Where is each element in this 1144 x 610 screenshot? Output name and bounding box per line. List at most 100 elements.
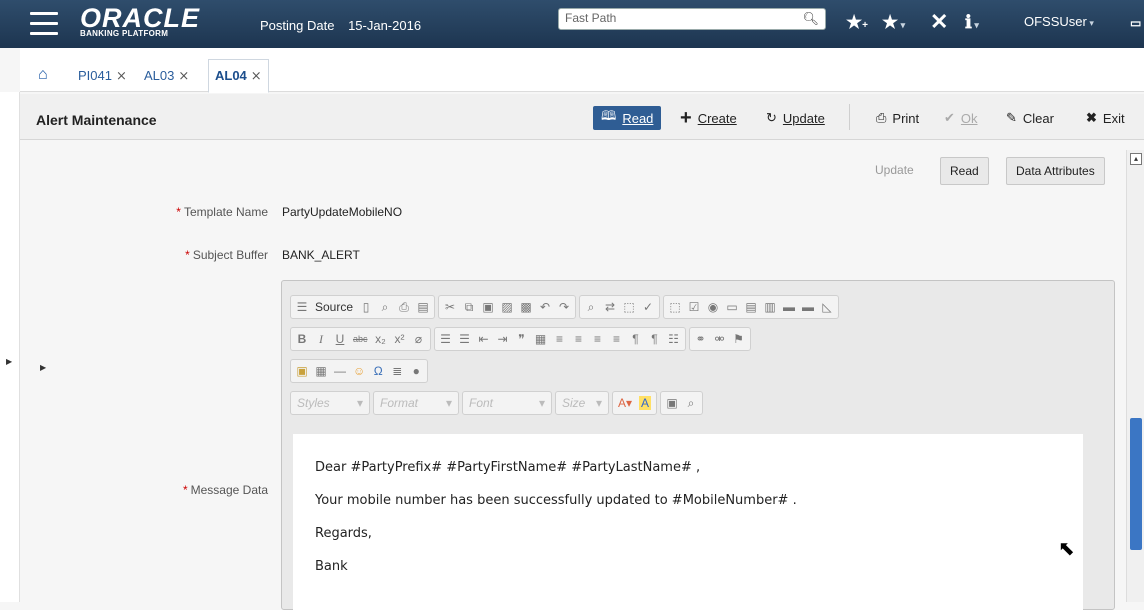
bulleted-list-icon[interactable]: ☰: [459, 332, 471, 346]
hidden-field-icon[interactable]: ◺: [821, 300, 833, 314]
cut-icon[interactable]: ✂: [444, 300, 456, 314]
tab-bar: ⌂ PI041 ⨯ AL03 ⨯ AL04 ⨯: [20, 48, 1144, 93]
language-icon[interactable]: ☷: [668, 332, 680, 346]
user-menu[interactable]: OFSSUser ▾: [1024, 14, 1094, 29]
page-break-icon[interactable]: ≣: [391, 364, 403, 378]
text-color-icon[interactable]: A▾: [618, 396, 632, 410]
strike-icon[interactable]: abc: [353, 334, 368, 344]
vertical-scrollbar[interactable]: ▴: [1126, 150, 1144, 602]
window-icon[interactable]: ▭: [1130, 16, 1141, 30]
tab-pi041[interactable]: PI041 ⨯: [78, 68, 127, 84]
smiley-icon[interactable]: ☺: [353, 364, 365, 378]
fast-path-input[interactable]: Fast Path 🔍︎: [558, 8, 826, 30]
read-button[interactable]: 🕮︎ Read: [593, 106, 662, 130]
align-right-icon[interactable]: ≡: [592, 332, 604, 346]
add-favorite-icon[interactable]: ★+: [846, 12, 868, 33]
replace-icon[interactable]: ⇄: [604, 300, 616, 314]
message-line: Your mobile number has been successfully…: [315, 493, 797, 508]
underline-icon[interactable]: U: [334, 332, 346, 346]
align-center-icon[interactable]: ≡: [573, 332, 585, 346]
exit-button[interactable]: ✖ Exit: [1086, 106, 1125, 130]
menu-icon[interactable]: [30, 12, 58, 36]
check-icon: ✔: [944, 110, 955, 125]
search-icon[interactable]: 🔍︎: [802, 11, 819, 27]
plus-icon: +: [680, 106, 692, 129]
copy-icon[interactable]: ⧉: [463, 300, 475, 315]
textfield-icon[interactable]: ▭: [726, 300, 738, 314]
new-page-icon[interactable]: ▯: [360, 300, 372, 314]
maximize-icon[interactable]: ▣: [666, 396, 678, 410]
button-icon[interactable]: ▬: [783, 300, 795, 314]
expand-panel-icon[interactable]: ▶: [40, 363, 46, 372]
print-icon[interactable]: ⎙: [398, 300, 410, 315]
format-select[interactable]: Format ▾: [373, 391, 459, 415]
link-icon[interactable]: ⚭: [695, 332, 707, 346]
form-icon[interactable]: ⬚: [669, 300, 681, 314]
remove-format-icon[interactable]: ⌀: [413, 332, 425, 346]
numbered-list-icon[interactable]: ☰: [440, 332, 452, 346]
select-icon[interactable]: ▥: [764, 300, 776, 314]
read-sub-button[interactable]: Read: [940, 157, 989, 185]
close-icon[interactable]: ⨯: [178, 68, 189, 83]
horizontal-rule-icon[interactable]: —: [334, 364, 346, 378]
create-button[interactable]: + Create: [680, 106, 737, 130]
redo-icon[interactable]: ↷: [558, 300, 570, 314]
iframe-icon[interactable]: ●: [410, 364, 422, 378]
scroll-up-icon[interactable]: ▴: [1130, 153, 1142, 165]
close-all-icon[interactable]: ✕: [930, 9, 948, 35]
message-line: Bank: [315, 559, 348, 574]
spellcheck-icon[interactable]: ✓: [642, 300, 654, 314]
radio-icon[interactable]: ◉: [707, 300, 719, 314]
justify-icon[interactable]: ≡: [611, 332, 623, 346]
find-icon[interactable]: ⌕: [585, 300, 597, 315]
undo-icon[interactable]: ↶: [539, 300, 551, 314]
styles-select[interactable]: Styles ▾: [290, 391, 370, 415]
image-button-icon[interactable]: ▬: [802, 300, 814, 314]
close-icon[interactable]: ⨯: [251, 68, 262, 83]
select-all-icon[interactable]: ⬚: [623, 300, 635, 314]
outdent-icon[interactable]: ⇤: [478, 332, 490, 346]
image-icon[interactable]: ▣: [296, 364, 308, 378]
source-button[interactable]: ☰ Source ▯ ⌕ ⎙ ▤: [290, 295, 436, 319]
scroll-thumb[interactable]: [1130, 418, 1142, 550]
tab-al04[interactable]: AL04 ⨯: [208, 59, 269, 93]
bold-icon[interactable]: B: [296, 332, 308, 346]
info-icon[interactable]: ℹ ▾: [965, 12, 979, 33]
anchor-icon[interactable]: ⚑: [733, 332, 745, 346]
indent-icon[interactable]: ⇥: [497, 332, 509, 346]
paste-text-icon[interactable]: ▨: [501, 300, 513, 314]
favorites-icon[interactable]: ★ ▾: [882, 12, 905, 33]
div-icon[interactable]: ▦: [535, 332, 547, 346]
paste-word-icon[interactable]: ▩: [520, 300, 532, 314]
subscript-icon[interactable]: x₂: [375, 332, 387, 346]
unlink-icon[interactable]: ⚮: [714, 332, 726, 346]
preview-icon[interactable]: ⌕: [379, 300, 391, 315]
home-icon[interactable]: ⌂: [38, 66, 48, 84]
ltr-icon[interactable]: ¶: [630, 332, 642, 346]
clear-button[interactable]: ✎ Clear: [1006, 106, 1054, 130]
expand-arrow-icon[interactable]: ▶: [6, 357, 12, 366]
size-select[interactable]: Size ▾: [555, 391, 609, 415]
italic-icon[interactable]: I: [315, 332, 327, 347]
tab-al03[interactable]: AL03 ⨯: [144, 68, 189, 84]
paste-icon[interactable]: ▣: [482, 300, 494, 314]
special-char-icon[interactable]: Ω: [372, 364, 384, 378]
update-link[interactable]: Update: [866, 157, 923, 185]
templates-icon[interactable]: ▤: [417, 300, 429, 314]
superscript-icon[interactable]: x²: [394, 332, 406, 346]
font-select[interactable]: Font ▾: [462, 391, 552, 415]
show-blocks-icon[interactable]: ⌕: [685, 396, 697, 411]
table-icon[interactable]: ▦: [315, 364, 327, 378]
bg-color-icon[interactable]: A: [639, 396, 652, 410]
ok-button[interactable]: ✔ Ok: [944, 106, 978, 130]
data-attributes-button[interactable]: Data Attributes: [1006, 157, 1105, 185]
textarea-icon[interactable]: ▤: [745, 300, 757, 314]
update-button[interactable]: ↻ Update: [766, 106, 825, 130]
rtl-icon[interactable]: ¶: [649, 332, 661, 346]
print-button[interactable]: ⎙ Print: [876, 106, 919, 130]
close-icon[interactable]: ⨯: [116, 68, 127, 83]
editor-content-area[interactable]: Dear #PartyPrefix# #PartyFirstName# #Par…: [293, 434, 1083, 610]
align-left-icon[interactable]: ≡: [554, 332, 566, 346]
checkbox-icon[interactable]: ☑: [688, 300, 700, 314]
blockquote-icon[interactable]: ❞: [516, 332, 528, 346]
